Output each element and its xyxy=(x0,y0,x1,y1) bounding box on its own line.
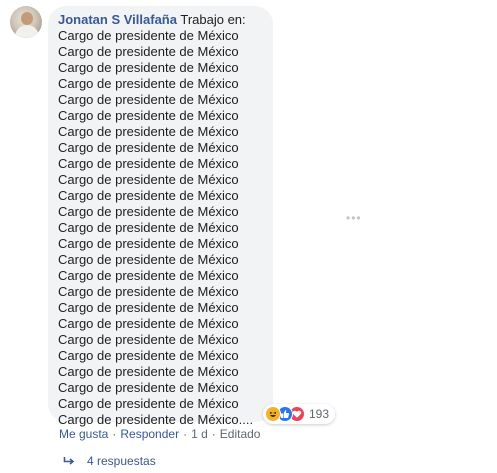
comment-timestamp[interactable]: 1 d xyxy=(191,427,208,441)
comment-text-line: Cargo de presidente de México xyxy=(58,252,239,267)
comment-text-line: Cargo de presidente de México xyxy=(58,316,239,331)
comment-text-line: Cargo de presidente de México xyxy=(58,332,239,347)
comment-text-line: Cargo de presidente de México xyxy=(58,92,239,107)
comment-text-line: Cargo de presidente de México.... xyxy=(58,412,254,427)
avatar[interactable] xyxy=(10,6,42,38)
comment-text-line: Cargo de presidente de México xyxy=(58,348,239,363)
comment-text-line: Cargo de presidente de México xyxy=(58,236,239,251)
comment-text-line: Cargo de presidente de México xyxy=(58,172,239,187)
comment-text-line: Cargo de presidente de México xyxy=(58,124,239,139)
reply-arrow-icon xyxy=(63,457,75,465)
comment-first-line: Jonatan S Villafaña Trabajo en: xyxy=(58,12,265,28)
comment-text-line: Cargo de presidente de México xyxy=(58,44,239,59)
edited-label[interactable]: Editado xyxy=(220,427,261,441)
action-separator: · xyxy=(183,427,188,441)
reaction-count: 193 xyxy=(309,407,330,421)
comment-text-line: Cargo de presidente de México xyxy=(58,364,239,379)
comment-text-line: Cargo de presidente de México xyxy=(58,396,239,411)
comment-text-line: Trabajo en: xyxy=(180,12,246,27)
comment-text-line: Cargo de presidente de México xyxy=(58,60,239,75)
comment-text-line: Cargo de presidente de México xyxy=(58,188,239,203)
action-separator: · xyxy=(112,427,117,441)
comment-bubble: Jonatan S Villafaña Trabajo en: Cargo de… xyxy=(48,6,273,427)
comment-text-line: Cargo de presidente de México xyxy=(58,204,239,219)
comment-text-line: Cargo de presidente de México xyxy=(58,156,239,171)
comment-text-line: Cargo de presidente de México xyxy=(58,108,239,123)
comment-text-line: Cargo de presidente de México xyxy=(58,28,239,43)
comment-text-line: Cargo de presidente de México xyxy=(58,284,239,299)
replies-count-label: 4 respuestas xyxy=(87,454,156,468)
comment-text-line: Cargo de presidente de México xyxy=(58,300,239,315)
view-replies-link[interactable]: 4 respuestas xyxy=(63,454,156,468)
comment-text-line: Cargo de presidente de México xyxy=(58,220,239,235)
comment-author[interactable]: Jonatan S Villafaña xyxy=(58,12,177,27)
reply-link[interactable]: Responder xyxy=(120,427,179,441)
comment-actions: Me gusta · Responder · 1 d · Editado xyxy=(59,427,260,441)
reactions-summary[interactable]: 193 xyxy=(263,404,336,424)
ellipsis-icon[interactable]: ••• xyxy=(346,211,362,225)
avatar-shoulders xyxy=(15,25,39,38)
comment-text-line: Cargo de presidente de México xyxy=(58,140,239,155)
like-link[interactable]: Me gusta xyxy=(59,427,108,441)
comment-text-line: Cargo de presidente de México xyxy=(58,380,239,395)
comment-text-line: Cargo de presidente de México xyxy=(58,76,239,91)
action-separator: · xyxy=(211,427,216,441)
comment-text-line: Cargo de presidente de México xyxy=(58,268,239,283)
haha-icon xyxy=(265,406,281,422)
avatar-head xyxy=(21,12,33,25)
